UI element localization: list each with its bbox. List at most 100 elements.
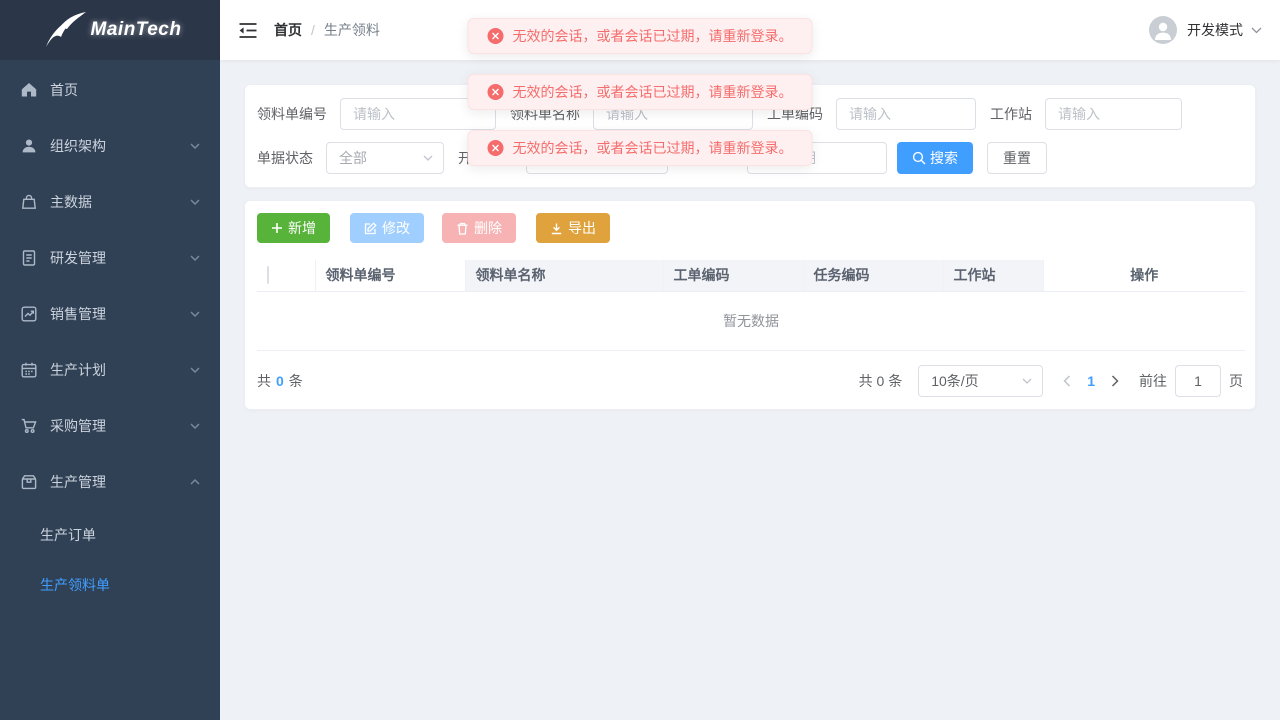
error-circle-icon <box>488 28 504 44</box>
column-header: 操作 <box>1043 260 1245 291</box>
chevron-down-icon <box>1251 27 1262 34</box>
logo-text: MainTech <box>91 19 182 41</box>
sidebar-item-purchasing[interactable]: 采购管理 <box>0 398 220 454</box>
chevron-down-icon <box>423 155 433 161</box>
goto-page-input[interactable] <box>1175 365 1221 397</box>
download-icon <box>550 222 563 235</box>
chevron-down-icon <box>190 199 200 205</box>
chevron-down-icon <box>190 143 200 149</box>
empty-placeholder: 暂无数据 <box>257 291 1245 350</box>
empty-row: 暂无数据 <box>257 291 1245 350</box>
breadcrumb-home[interactable]: 首页 <box>274 20 302 40</box>
select-all-cell <box>257 260 315 291</box>
total-count-text: 共0条 <box>257 371 303 391</box>
field-requisition-no: 领料单编号 <box>257 98 496 130</box>
sidebar-item-label: 主数据 <box>50 192 92 212</box>
sidebar-menu: 首页 组织架构 主数据 研发管理 <box>0 60 220 610</box>
bag-icon <box>20 193 38 211</box>
select-all-checkbox[interactable] <box>267 266 269 284</box>
page-number-1[interactable]: 1 <box>1077 373 1105 389</box>
chevron-down-icon <box>1022 378 1032 384</box>
sidebar-item-label: 首页 <box>50 80 78 100</box>
user-menu[interactable]: 开发模式 <box>1149 16 1262 44</box>
total-count-value: 0 <box>276 373 284 389</box>
chevron-down-icon <box>190 255 200 261</box>
export-button[interactable]: 导出 <box>536 213 610 243</box>
prev-page-button[interactable] <box>1057 375 1077 387</box>
breadcrumb-separator: / <box>311 22 315 38</box>
sidebar-item-production-requisition[interactable]: 生产领料单 <box>0 560 220 610</box>
field-status: 单据状态 全部 <box>257 142 444 174</box>
sidebar-item-label: 研发管理 <box>50 248 106 268</box>
next-page-button[interactable] <box>1105 375 1125 387</box>
sidebar-item-label: 生产计划 <box>50 360 106 380</box>
delete-button[interactable]: 删除 <box>442 213 516 243</box>
sidebar-item-org[interactable]: 组织架构 <box>0 118 220 174</box>
logo-swoosh-icon <box>39 10 89 50</box>
toast-message: 无效的会话，或者会话已过期，请重新登录。 <box>513 82 793 102</box>
document-icon <box>20 249 38 267</box>
breadcrumb-current: 生产领料 <box>324 20 380 40</box>
toast-message: 无效的会话，或者会话已过期，请重新登录。 <box>513 26 793 46</box>
sidebar-item-label: 组织架构 <box>50 136 106 156</box>
chart-icon <box>20 305 38 323</box>
sidebar-item-label: 生产管理 <box>50 472 106 492</box>
toast-message: 无效的会话，或者会话已过期，请重新登录。 <box>513 138 793 158</box>
status-select-value: 全部 <box>339 148 367 168</box>
sidebar-item-label: 采购管理 <box>50 416 106 436</box>
add-button[interactable]: 新增 <box>257 213 330 243</box>
plus-icon <box>271 222 283 234</box>
column-header[interactable]: 任务编码 <box>803 260 943 291</box>
error-toast: 无效的会话，或者会话已过期，请重新登录。 <box>468 130 813 166</box>
column-header[interactable]: 工作站 <box>943 260 1043 291</box>
sidebar: MainTech 首页 组织架构 主数据 <box>0 0 220 720</box>
sidebar-subitem-label: 生产领料单 <box>40 575 110 595</box>
table-footer: 共0条 共 0 条 10条/页 1 前往 <box>257 365 1243 397</box>
table-header-row: 领料单编号 领料单名称 工单编码 任务编码 工作站 操作 <box>257 260 1245 291</box>
chevron-down-icon <box>190 311 200 317</box>
trash-icon <box>456 222 469 235</box>
reset-button[interactable]: 重置 <box>987 142 1047 174</box>
user-name: 开发模式 <box>1187 20 1243 40</box>
field-label: 领料单编号 <box>257 104 327 124</box>
error-toast: 无效的会话，或者会话已过期，请重新登录。 <box>468 18 813 54</box>
page-size-value: 10条/页 <box>931 371 978 391</box>
goto-suffix: 页 <box>1229 371 1243 391</box>
avatar <box>1149 16 1177 44</box>
calendar-icon <box>20 361 38 379</box>
column-header[interactable]: 领料单编号 <box>315 260 465 291</box>
column-header[interactable]: 工单编码 <box>663 260 803 291</box>
field-label: 工作站 <box>990 104 1032 124</box>
goto-label: 前往 <box>1139 371 1167 391</box>
page-size-select[interactable]: 10条/页 <box>918 365 1043 397</box>
search-button[interactable]: 搜索 <box>897 142 973 174</box>
cart-icon <box>20 417 38 435</box>
error-circle-icon <box>488 84 504 100</box>
sidebar-item-label: 销售管理 <box>50 304 106 324</box>
chevron-down-icon <box>190 367 200 373</box>
pagination: 共 0 条 10条/页 1 前往 页 <box>859 365 1243 397</box>
status-select[interactable]: 全部 <box>326 142 444 174</box>
sidebar-item-sales[interactable]: 销售管理 <box>0 286 220 342</box>
breadcrumb: 首页 / 生产领料 <box>274 20 380 40</box>
sidebar-collapse-icon[interactable] <box>238 22 258 39</box>
sidebar-item-production-mgmt[interactable]: 生产管理 <box>0 454 220 510</box>
workorder-code-input[interactable] <box>836 98 976 130</box>
sidebar-item-production-order[interactable]: 生产订单 <box>0 510 220 560</box>
pagination-total: 共 0 条 <box>859 371 903 391</box>
sidebar-item-home[interactable]: 首页 <box>0 62 220 118</box>
sidebar-subitem-label: 生产订单 <box>40 525 96 545</box>
chevron-up-icon <box>190 479 200 485</box>
field-label: 单据状态 <box>257 148 313 168</box>
column-header[interactable]: 领料单名称 <box>465 260 663 291</box>
sidebar-item-master-data[interactable]: 主数据 <box>0 174 220 230</box>
edit-button[interactable]: 修改 <box>350 213 424 243</box>
field-workstation: 工作站 <box>990 98 1182 130</box>
box-icon <box>20 473 38 491</box>
data-table: 领料单编号 领料单名称 工单编码 任务编码 工作站 操作 暂无数据 <box>257 260 1245 351</box>
table-card: 新增 修改 删除 导出 <box>244 200 1256 410</box>
workstation-input[interactable] <box>1045 98 1182 130</box>
sidebar-item-rd[interactable]: 研发管理 <box>0 230 220 286</box>
sidebar-item-production-plan[interactable]: 生产计划 <box>0 342 220 398</box>
edit-icon <box>364 222 377 235</box>
